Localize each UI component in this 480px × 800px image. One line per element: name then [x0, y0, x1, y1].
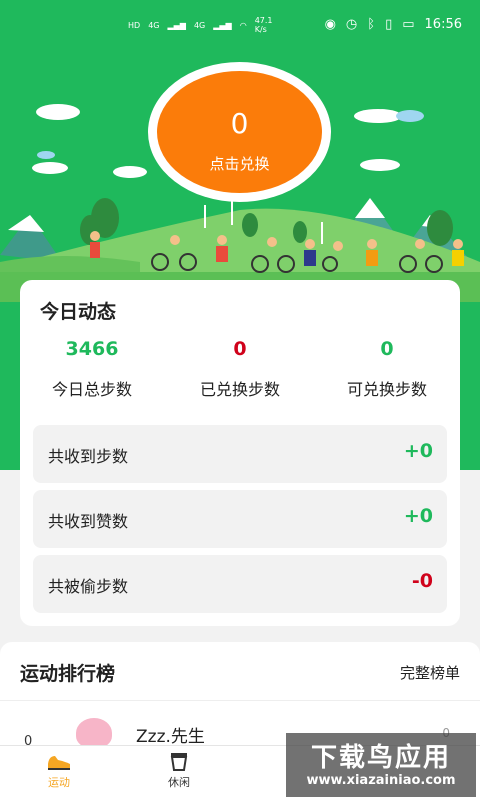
vibrate-icon: ▯ [385, 17, 393, 32]
eye-icon: ◉ [324, 17, 336, 32]
status-bar: HD 4G ▂▄▆ 4G ▂▄▆ ◠ 47.1 K/s ◉ ◷ ᛒ ▯ ▭ 16… [0, 0, 480, 52]
row-value: +0 [403, 505, 433, 527]
exchange-value: 0 [230, 107, 249, 140]
stat-exchanged-steps: 0 已兑换步数 [167, 338, 313, 400]
hd-indicator: HD [128, 20, 141, 30]
clock: 16:56 [424, 17, 462, 32]
avatar [76, 718, 112, 748]
tab-label: 运动 [48, 776, 70, 789]
row-received-steps[interactable]: 共收到步数 +0 [33, 425, 447, 483]
stat-label: 已兑换步数 [199, 380, 280, 399]
exchange-label: 点击兑换 [209, 155, 270, 173]
bluetooth-icon: ᛒ [367, 17, 376, 32]
stat-label: 可兑换步数 [346, 380, 427, 399]
full-ranking-link[interactable]: 完整榜单 [400, 662, 460, 683]
stat-value: 3466 [65, 338, 119, 360]
exchange-circle: 0 点击兑换 [157, 71, 322, 193]
stat-value: 0 [380, 338, 394, 360]
row-value: +0 [403, 440, 433, 462]
watermark-sub: www.xiazainiao.com [306, 773, 456, 788]
signal-icon-2: ▂▄▆ [213, 20, 232, 30]
row-label: 共被偷步数 [48, 577, 129, 596]
network-4g: 4G [148, 20, 160, 30]
rank-user-name: Zzz.先生 [136, 727, 205, 747]
ranking-title: 运动排行榜 [20, 663, 116, 685]
battery-icon: ▭ [402, 17, 415, 32]
row-label: 共收到步数 [48, 447, 129, 466]
divider [0, 700, 480, 701]
exchange-button[interactable]: 0 点击兑换 [148, 62, 331, 202]
stat-available-steps: 0 可兑换步数 [314, 338, 460, 400]
row-label: 共收到赞数 [48, 512, 129, 531]
cup-icon [170, 753, 188, 771]
tab-leisure[interactable]: 休闲 [134, 750, 224, 790]
shoe-icon [48, 756, 70, 770]
stat-total-steps: 3466 今日总步数 [19, 338, 165, 400]
today-activity-card: 今日动态 3466 今日总步数 0 已兑换步数 0 可兑换步数 共收到步数 +0… [20, 280, 460, 626]
tab-sport[interactable]: 运动 [14, 750, 104, 790]
watermark: 下载鸟应用 www.xiazainiao.com [286, 733, 476, 797]
signal-icon: ▂▄▆ [167, 20, 186, 30]
wifi-icon: ◠ [239, 20, 247, 30]
network-4g-2: 4G [193, 20, 206, 30]
card-title: 今日动态 [40, 301, 117, 323]
watermark-main: 下载鸟应用 [310, 743, 451, 773]
alarm-icon: ◷ [345, 17, 358, 32]
stat-value: 0 [233, 338, 247, 360]
network-speed: 47.1 K/s [254, 16, 273, 34]
row-stolen-steps[interactable]: 共被偷步数 -0 [33, 555, 447, 613]
row-received-likes[interactable]: 共收到赞数 +0 [33, 490, 447, 548]
row-value: -0 [411, 570, 433, 592]
stat-label: 今日总步数 [51, 380, 132, 399]
tab-label: 休闲 [168, 776, 190, 789]
